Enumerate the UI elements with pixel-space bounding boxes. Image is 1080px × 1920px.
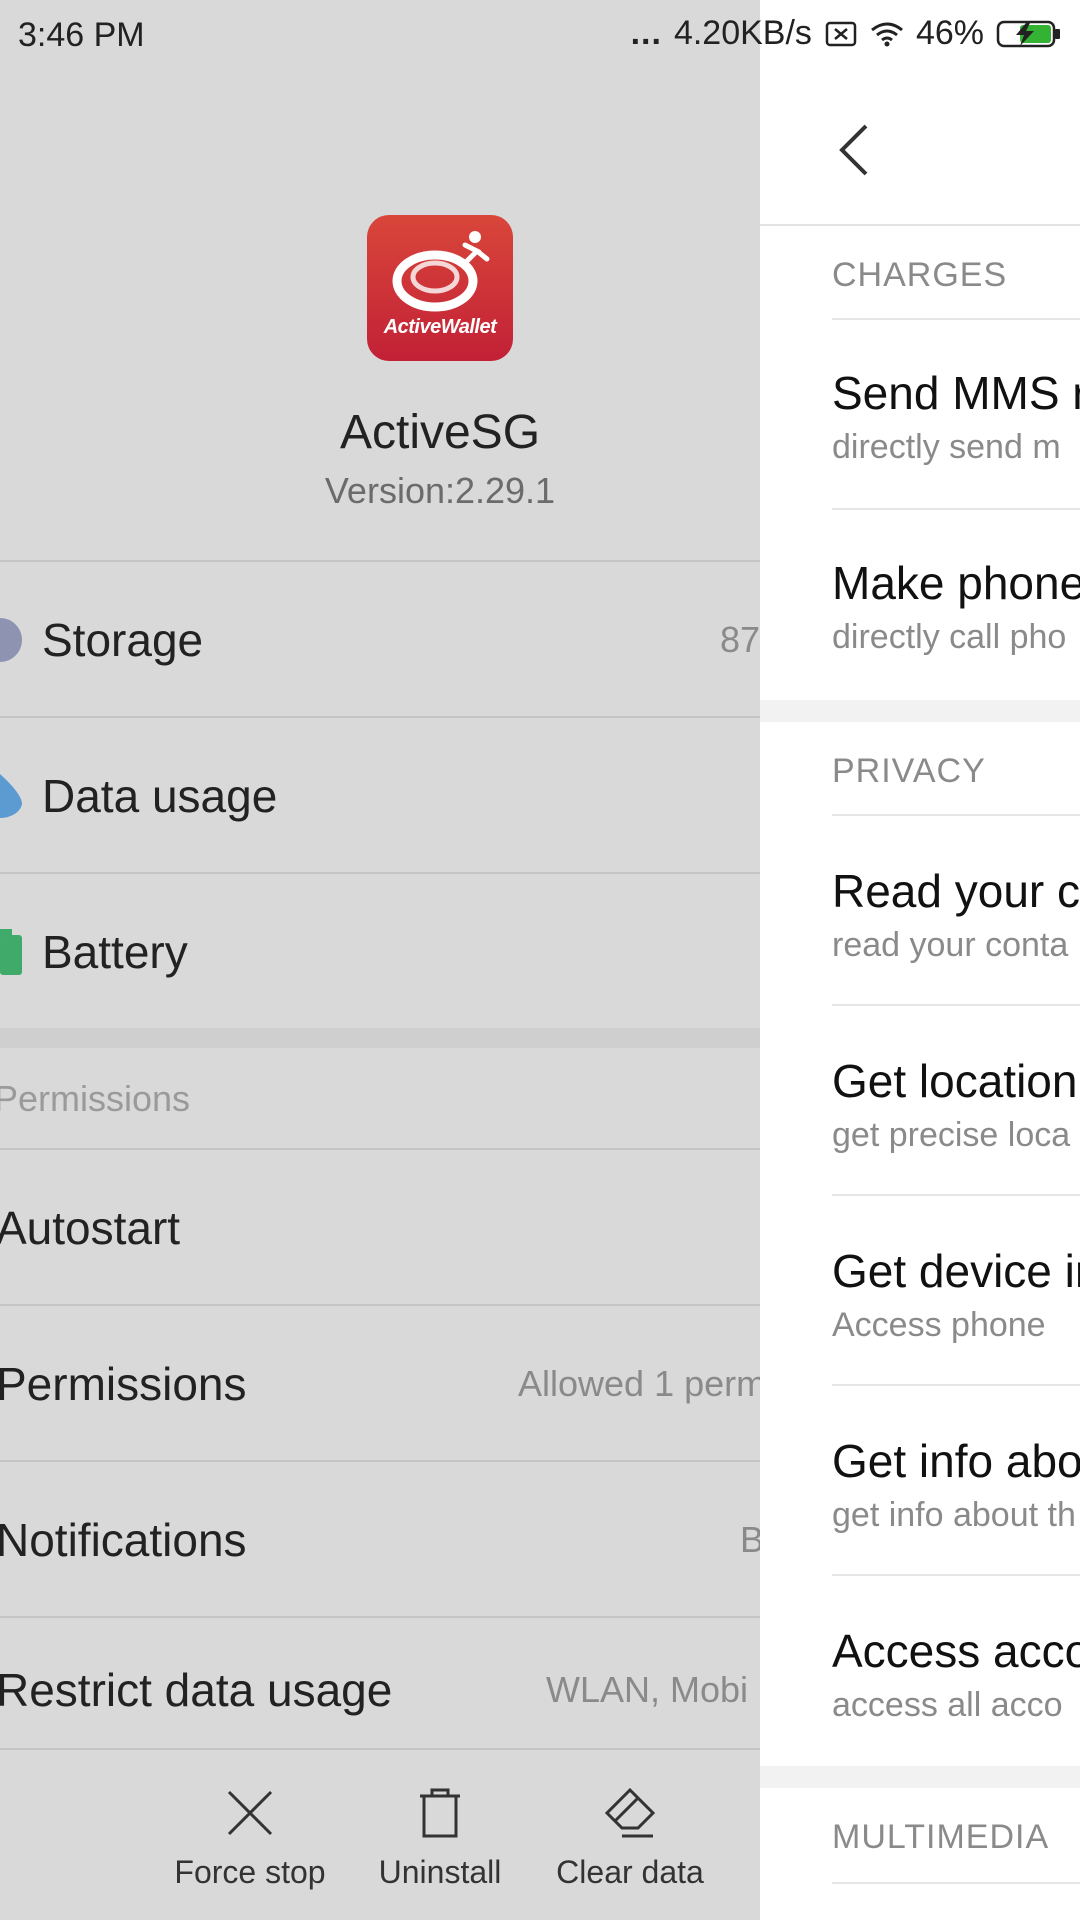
battery-charging-icon (996, 20, 1060, 47)
section-divider (832, 1882, 1080, 1884)
notifications-value: B (740, 1519, 760, 1560)
section-divider (832, 318, 1080, 320)
section-gap (760, 1766, 1080, 1788)
notifications-label: Notifications (0, 1514, 247, 1566)
status-right-group: ... 4.20KB/s 46% (631, 14, 1062, 53)
permissions-row[interactable]: Permissions Allowed 1 perm (0, 1304, 760, 1462)
status-time: 3:46 PM (18, 16, 145, 54)
permission-title: Get info abo (832, 1435, 1080, 1487)
item-divider (832, 508, 1080, 510)
force-stop-label: Force stop (174, 1854, 326, 1890)
battery-label: Battery (42, 926, 188, 978)
section-privacy: PRIVACY (832, 752, 986, 790)
data-usage-row[interactable]: Data usage (0, 716, 760, 874)
restrict-data-row[interactable]: Restrict data usage WLAN, Mobi (0, 1616, 760, 1750)
storage-label: Storage (42, 614, 204, 666)
wifi-icon (871, 22, 903, 46)
eraser-icon (605, 1788, 655, 1838)
header-divider (760, 224, 1080, 226)
permission-desc: directly call pho (832, 618, 1067, 656)
item-divider (832, 1004, 1080, 1006)
section-divider (0, 1028, 760, 1048)
clear-data-button[interactable]: Clear data (535, 1750, 725, 1920)
permission-title: Get device in (832, 1245, 1080, 1297)
storage-row[interactable]: Storage 87 (0, 560, 760, 718)
permission-desc: get info about th (832, 1496, 1076, 1534)
permission-title: Read your c (832, 865, 1080, 917)
restrict-data-value: WLAN, Mobi (546, 1669, 749, 1710)
app-version: Version:2.29.1 (324, 470, 556, 511)
data-usage-label: Data usage (42, 770, 278, 822)
storage-value: 87 (720, 619, 760, 660)
force-stop-button[interactable]: Force stop (155, 1750, 345, 1920)
permission-desc: Access phone (832, 1306, 1046, 1344)
permission-desc: access all acco (832, 1686, 1063, 1724)
app-name: ActiveSG (339, 406, 541, 459)
back-arrow-icon[interactable] (830, 120, 880, 180)
trash-icon (420, 1788, 460, 1838)
status-bar: 3:46 PM ... 4.20KB/s 46% (0, 0, 1080, 74)
permission-desc: directly send m (832, 428, 1061, 466)
storage-pie-icon (0, 618, 22, 662)
permission-desc: read your conta (832, 926, 1069, 964)
more-dots-icon: ... (630, 14, 662, 52)
permissions-value: Allowed 1 perm (518, 1363, 760, 1404)
close-icon (227, 1790, 273, 1836)
app-info-page: ActiveWallet ActiveSG Version:2.29.1 Sto… (0, 0, 760, 1920)
section-divider (832, 814, 1080, 816)
data-drop-icon (0, 774, 22, 819)
uninstall-label: Uninstall (378, 1854, 502, 1890)
restrict-data-label: Restrict data usage (0, 1664, 393, 1716)
battery-percent: 46% (915, 14, 984, 52)
permissions-section-header: Permissions (0, 1078, 191, 1119)
permission-title: Send MMS r (832, 367, 1080, 419)
permissions-panel: CHARGES Send MMS r directly send m Make … (760, 0, 1080, 1920)
item-divider (832, 1384, 1080, 1386)
battery-icon (0, 929, 22, 975)
notifications-row[interactable]: Notifications B (0, 1460, 760, 1618)
section-multimedia: MULTIMEDIA (832, 1818, 1050, 1856)
bottom-action-bar: Force stop Uninstall Clear data (0, 1748, 760, 1920)
battery-row[interactable]: Battery (0, 872, 760, 1030)
uninstall-button[interactable]: Uninstall (345, 1750, 535, 1920)
section-charges: CHARGES (832, 256, 1008, 294)
permission-title: Get location (832, 1055, 1078, 1107)
clear-data-label: Clear data (556, 1854, 704, 1890)
item-divider (832, 1194, 1080, 1196)
app-icon-label: ActiveWallet (383, 316, 497, 338)
section-gap (760, 700, 1080, 722)
autostart-row[interactable]: Autostart (0, 1148, 760, 1306)
activewallet-logo-icon (392, 231, 490, 312)
permission-desc: get precise loca (832, 1116, 1071, 1154)
autostart-label: Autostart (0, 1202, 181, 1254)
permission-title: Access acco (832, 1625, 1080, 1677)
network-speed: 4.20KB/s (673, 14, 812, 52)
no-sim-icon (825, 21, 857, 46)
item-divider (832, 1574, 1080, 1576)
permission-title: Make phone (832, 557, 1080, 609)
permissions-label: Permissions (0, 1358, 247, 1410)
app-icon: ActiveWallet (367, 215, 513, 361)
